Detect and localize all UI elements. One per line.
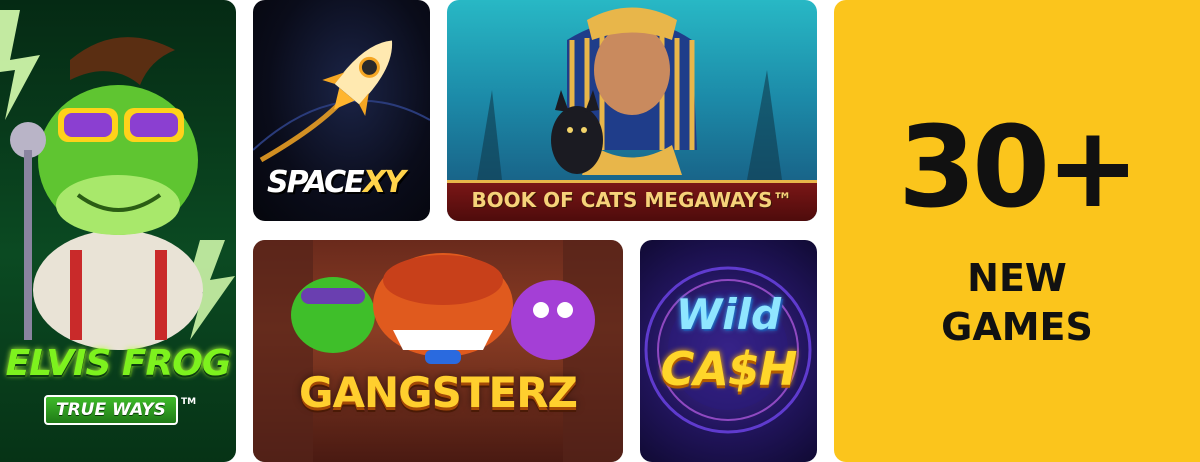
game-tile-elvis-frog[interactable]: ELVIS FROG TRUE WAYS TM xyxy=(0,0,236,462)
wild-cash-title-cash: CA$H xyxy=(660,342,798,396)
elvis-frog-title: ELVIS FROG xyxy=(5,343,232,384)
wild-cash-title-wild: Wild xyxy=(675,290,782,339)
new-games-promo-panel: 30+ NEW GAMES xyxy=(834,0,1200,462)
gangsterz-artwork xyxy=(253,240,623,462)
elvis-frog-subtitle: TRUE WAYS xyxy=(44,395,178,425)
game-tile-wild-cash[interactable]: Wild CA$H xyxy=(640,240,817,462)
new-games-line-new: NEW xyxy=(967,256,1067,300)
book-of-cats-title: BOOK OF CATS MEGAWAYS™ xyxy=(471,188,793,212)
elvis-frog-trademark: TM xyxy=(181,397,197,407)
space-xy-title-xy: XY xyxy=(363,165,406,200)
space-xy-title-space: SPACE xyxy=(267,165,365,200)
gangsterz-title: GANGSTERZ xyxy=(299,368,578,417)
new-games-line-games: GAMES xyxy=(941,305,1093,349)
new-games-count: 30+ xyxy=(898,103,1140,233)
game-tile-gangsterz[interactable]: GANGSTERZ xyxy=(253,240,623,462)
elvis-frog-artwork xyxy=(0,10,235,350)
game-tile-space-xy[interactable]: SPACE XY xyxy=(253,0,430,221)
game-tile-book-of-cats[interactable]: BOOK OF CATS MEGAWAYS™ xyxy=(447,0,817,221)
